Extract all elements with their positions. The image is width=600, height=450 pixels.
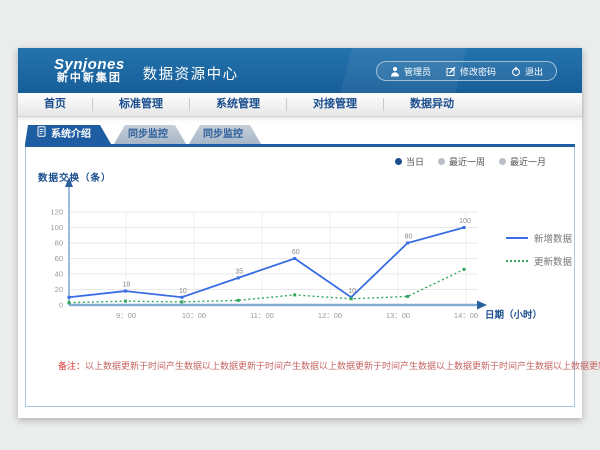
user-icon bbox=[390, 66, 400, 77]
nav-item-data-change[interactable]: 数据异动 bbox=[384, 93, 480, 116]
radio-label: 当日 bbox=[406, 155, 424, 168]
radio-dot bbox=[438, 158, 445, 165]
svg-text:10：00: 10：00 bbox=[182, 311, 206, 320]
tab-system-intro[interactable]: 系统介绍 bbox=[25, 125, 111, 144]
main-nav: 首页 标准管理 系统管理 对接管理 数据异动 bbox=[18, 93, 582, 117]
svg-text:0: 0 bbox=[59, 301, 63, 310]
tab-label: 系统介绍 bbox=[51, 125, 91, 144]
svg-text:13：00: 13：00 bbox=[386, 311, 410, 320]
time-filter-group: 当日 最近一周 最近一月 bbox=[395, 155, 546, 168]
radio-last-month[interactable]: 最近一月 bbox=[499, 155, 546, 168]
legend-line-sample bbox=[506, 260, 528, 262]
nav-item-standard-mgmt[interactable]: 标准管理 bbox=[93, 93, 189, 116]
app-window: Synjones 新中新集团 数据资源中心 管理员 修改密码 bbox=[18, 48, 582, 418]
svg-text:9：00: 9：00 bbox=[116, 311, 136, 320]
user-menu-admin-label: 管理员 bbox=[404, 65, 431, 78]
legend-label: 新增数据 bbox=[534, 231, 572, 245]
tab-strip: 系统介绍 同步监控 同步监控 bbox=[25, 125, 575, 147]
svg-text:80: 80 bbox=[405, 234, 413, 241]
svg-text:40: 40 bbox=[55, 270, 63, 279]
chart-legend: 新增数据 更新数据 bbox=[506, 231, 572, 268]
legend-item-updated-data[interactable]: 更新数据 bbox=[506, 254, 572, 268]
change-password-label: 修改密码 bbox=[460, 65, 496, 78]
svg-text:18: 18 bbox=[123, 282, 131, 289]
tab-sync-monitor-2[interactable]: 同步监控 bbox=[189, 125, 261, 144]
svg-text:12：00: 12：00 bbox=[318, 311, 342, 320]
change-password-button[interactable]: 修改密码 bbox=[446, 65, 496, 78]
svg-text:60: 60 bbox=[292, 249, 300, 256]
footnote-text: 以上数据更新于时间产生数据以上数据更新于时间产生数据以上数据更新于时间产生数据以… bbox=[85, 361, 600, 371]
x-axis-title: 日期（小时） bbox=[485, 307, 542, 321]
svg-text:35: 35 bbox=[235, 268, 243, 275]
radio-dot bbox=[499, 158, 506, 165]
nav-item-system-mgmt[interactable]: 系统管理 bbox=[190, 93, 286, 116]
user-menu: 管理员 修改密码 退出 bbox=[376, 61, 557, 81]
svg-text:10: 10 bbox=[179, 288, 187, 295]
logout-label: 退出 bbox=[525, 65, 543, 78]
nav-item-home[interactable]: 首页 bbox=[18, 93, 92, 116]
legend-item-new-data[interactable]: 新增数据 bbox=[506, 231, 572, 245]
svg-text:120: 120 bbox=[50, 208, 63, 217]
logo: Synjones 新中新集团 bbox=[54, 57, 125, 84]
radio-label: 最近一月 bbox=[510, 155, 546, 168]
tab-sync-monitor-1[interactable]: 同步监控 bbox=[114, 125, 186, 144]
content-area: 系统介绍 同步监控 同步监控 当日 最近一周 bbox=[18, 117, 582, 407]
svg-text:80: 80 bbox=[55, 239, 63, 248]
svg-text:10: 10 bbox=[348, 288, 356, 295]
radio-last-week[interactable]: 最近一周 bbox=[438, 155, 485, 168]
svg-text:20: 20 bbox=[55, 285, 63, 294]
svg-text:11：00: 11：00 bbox=[250, 311, 274, 320]
svg-text:60: 60 bbox=[55, 254, 63, 263]
radio-label: 最近一周 bbox=[449, 155, 485, 168]
svg-text:100: 100 bbox=[459, 218, 471, 225]
document-icon bbox=[37, 125, 46, 144]
radio-today[interactable]: 当日 bbox=[395, 155, 424, 168]
radio-dot bbox=[395, 158, 402, 165]
line-chart: 0 20 40 60 80 100 120 9：00 10：00 11：00 12：00 13：00 1… bbox=[26, 170, 506, 335]
chart-panel: 当日 最近一周 最近一月 数据交换（条） 0204060801001209：00… bbox=[25, 147, 575, 407]
line-chart-svg: 0 20 40 60 80 100 120 9：00 10：00 11：00 12：00 13：00 1… bbox=[26, 170, 506, 335]
nav-item-interface-mgmt[interactable]: 对接管理 bbox=[287, 93, 383, 116]
legend-label: 更新数据 bbox=[534, 254, 572, 268]
svg-text:100: 100 bbox=[50, 223, 63, 232]
edit-icon bbox=[446, 66, 456, 77]
page-title: 数据资源中心 bbox=[143, 63, 239, 84]
footnote-label: 备注： bbox=[58, 361, 85, 371]
footnote: 备注：以上数据更新于时间产生数据以上数据更新于时间产生数据以上数据更新于时间产生… bbox=[58, 359, 600, 372]
app-header: Synjones 新中新集团 数据资源中心 管理员 修改密码 bbox=[18, 48, 582, 93]
user-menu-admin[interactable]: 管理员 bbox=[390, 65, 431, 78]
logout-button[interactable]: 退出 bbox=[511, 65, 543, 78]
power-icon bbox=[511, 66, 521, 77]
svg-text:14：00: 14：00 bbox=[454, 311, 478, 320]
logo-brand: Synjones bbox=[54, 57, 125, 73]
logo-company: 新中新集团 bbox=[54, 73, 125, 85]
legend-line-sample bbox=[506, 237, 528, 239]
desktop-background: Synjones 新中新集团 数据资源中心 管理员 修改密码 bbox=[0, 0, 600, 450]
